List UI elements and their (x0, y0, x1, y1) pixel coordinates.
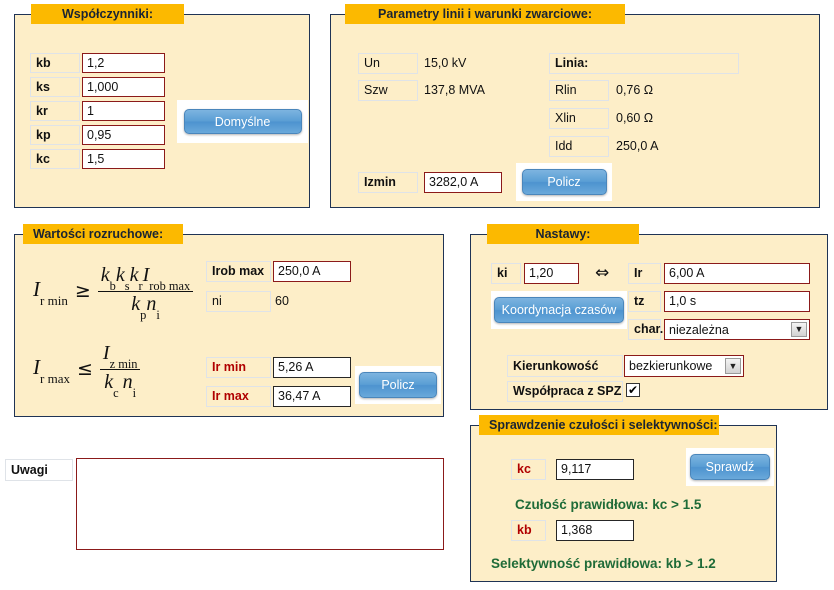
chevron-down-icon[interactable]: ▼ (725, 358, 741, 374)
label-ir-min: Ir min (206, 357, 271, 378)
panel-nastawy: Nastawy: ki 1,20 ⇔ Ir 6,00 A tz 1,0 s ch… (470, 224, 828, 410)
formula-ir-min-numerator: kbkskrIrob max (100, 263, 191, 293)
input-tz[interactable]: 1,0 s (664, 291, 810, 312)
label-xlin: Xlin (549, 108, 609, 129)
label-char: char. (628, 319, 663, 340)
formula-ir-min-fraction: kbkskrIrob max kpni (97, 263, 194, 322)
formula-ir-min-denominator: kpni (97, 290, 194, 322)
result-selektywnosc: Selektywność prawidłowa: kb > 1.2 (491, 556, 716, 571)
label-uwagi: Uwagi (5, 459, 73, 481)
sprawdz-button[interactable]: Sprawdź (690, 454, 770, 480)
chevron-down-icon[interactable]: ▼ (791, 322, 807, 337)
formula-ir-max-lhs: Ir max (33, 354, 70, 387)
value-xlin: 0,60 Ω (616, 111, 654, 126)
formula-ir-min-lhs: Ir min (33, 276, 68, 309)
input-kb[interactable]: 1,2 (82, 53, 165, 73)
label-kb-check: kb (511, 520, 546, 541)
panel-nastawy-title: Nastawy: (487, 224, 639, 244)
input-kc[interactable]: 1,5 (82, 149, 165, 169)
policz-rozruchowe-button-wrap: Policz (355, 366, 441, 404)
panel-wspolczynniki-title: Współczynniki: (31, 4, 184, 24)
label-ki: ki (491, 263, 521, 284)
label-tz: tz (628, 291, 661, 312)
formula-ir-max-denominator: kc ni (99, 368, 141, 400)
panel-wartosci-rozruchowe-title: Wartości rozruchowe: (23, 224, 183, 244)
default-button-wrap: Domyślne (177, 100, 308, 143)
label-kr: kr (30, 101, 80, 121)
default-button[interactable]: Domyślne (183, 109, 302, 134)
input-kc-check[interactable]: 9,117 (556, 459, 634, 480)
panel-sprawdzenie: Sprawdzenie czułości i selektywności: kc… (470, 415, 777, 582)
select-kierunkowosc[interactable]: bezkierunkowe ▼ (624, 355, 744, 377)
panel-parametry-linii-title: Parametry linii i warunki zwarciowe: (345, 4, 625, 24)
equivalence-arrow-icon: ⇔ (595, 263, 610, 283)
input-ks[interactable]: 1,000 (82, 77, 165, 97)
formula-ir-max-fraction: Iz min kc ni (99, 341, 141, 400)
notes-textarea[interactable] (76, 458, 444, 550)
formula-ir-max: Ir max ≤ Iz min kc ni (33, 338, 233, 400)
select-kierunkowosc-value: bezkierunkowe (629, 359, 713, 373)
label-szw: Szw (358, 80, 418, 101)
input-izmin[interactable]: 3282,0 A (424, 172, 502, 193)
value-rlin: 0,76 Ω (616, 83, 654, 98)
koordynacja-czasow-button[interactable]: Koordynacja czasów (494, 297, 624, 323)
label-izmin: Izmin (358, 172, 418, 193)
panel-wartosci-rozruchowe: Wartości rozruchowe: Ir min ≥ kbkskrIrob… (14, 224, 444, 417)
label-ir-max: Ir max (206, 386, 271, 407)
input-kp[interactable]: 0,95 (82, 125, 165, 145)
label-kp: kp (30, 125, 80, 145)
checkbox-wspolpraca-spz[interactable]: ✔ (626, 383, 640, 397)
input-kb-check[interactable]: 1,368 (556, 520, 634, 541)
policz-rozruchowe-button[interactable]: Policz (359, 372, 437, 398)
value-idd: 250,0 A (616, 139, 659, 154)
input-irob-max[interactable]: 250,0 A (273, 261, 351, 282)
value-szw: 137,8 MVA (424, 83, 485, 98)
panel-sprawdzenie-title: Sprawdzenie czułości i selektywności: (479, 415, 719, 435)
label-kc-check: kc (511, 459, 546, 480)
input-ki[interactable]: 1,20 (524, 263, 579, 284)
select-char-value: niezależna (669, 322, 729, 337)
label-ni: ni (206, 291, 271, 312)
label-linia: Linia: (549, 53, 739, 74)
formula-ir-min: Ir min ≥ kbkskrIrob max kpni (33, 260, 233, 322)
label-kierunkowosc: Kierunkowość (507, 355, 623, 377)
policz-linia-button-wrap: Policz (516, 163, 612, 201)
label-kc: kc (30, 149, 80, 169)
label-un: Un (358, 53, 418, 74)
input-ir-min[interactable]: 5,26 A (273, 357, 351, 378)
sprawdz-button-wrap: Sprawdź (686, 448, 774, 486)
formula-ir-max-relation: ≤ (77, 358, 93, 380)
policz-linia-button[interactable]: Policz (521, 169, 607, 195)
label-ks: ks (30, 77, 80, 97)
koordynacja-button-wrap: Koordynacja czasów (491, 291, 627, 329)
formula-ir-min-relation: ≥ (74, 280, 91, 302)
value-ni: 60 (275, 294, 289, 309)
input-ir-nastawa[interactable]: 6,00 A (664, 263, 810, 284)
label-kb: kb (30, 53, 80, 73)
select-char[interactable]: niezależna ▼ (664, 319, 810, 340)
value-un: 15,0 kV (424, 56, 467, 71)
input-ir-max[interactable]: 36,47 A (273, 386, 351, 407)
panel-wspolczynniki: Współczynniki: kb 1,2 ks 1,000 kr 1 kp 0… (14, 4, 310, 208)
formula-ir-max-numerator: Iz min (102, 341, 138, 371)
label-wspolpraca-spz: Współpraca z SPZ (507, 381, 623, 402)
label-ir-nastawa: Ir (628, 263, 661, 284)
input-kr[interactable]: 1 (82, 101, 165, 121)
panel-parametry-linii: Parametry linii i warunki zwarciowe: Un … (330, 4, 820, 208)
label-idd: Idd (549, 136, 609, 157)
label-rlin: Rlin (549, 80, 609, 101)
result-czulosc: Czułość prawidłowa: kc > 1.5 (515, 497, 702, 512)
label-irob-max: Irob max (206, 261, 271, 282)
